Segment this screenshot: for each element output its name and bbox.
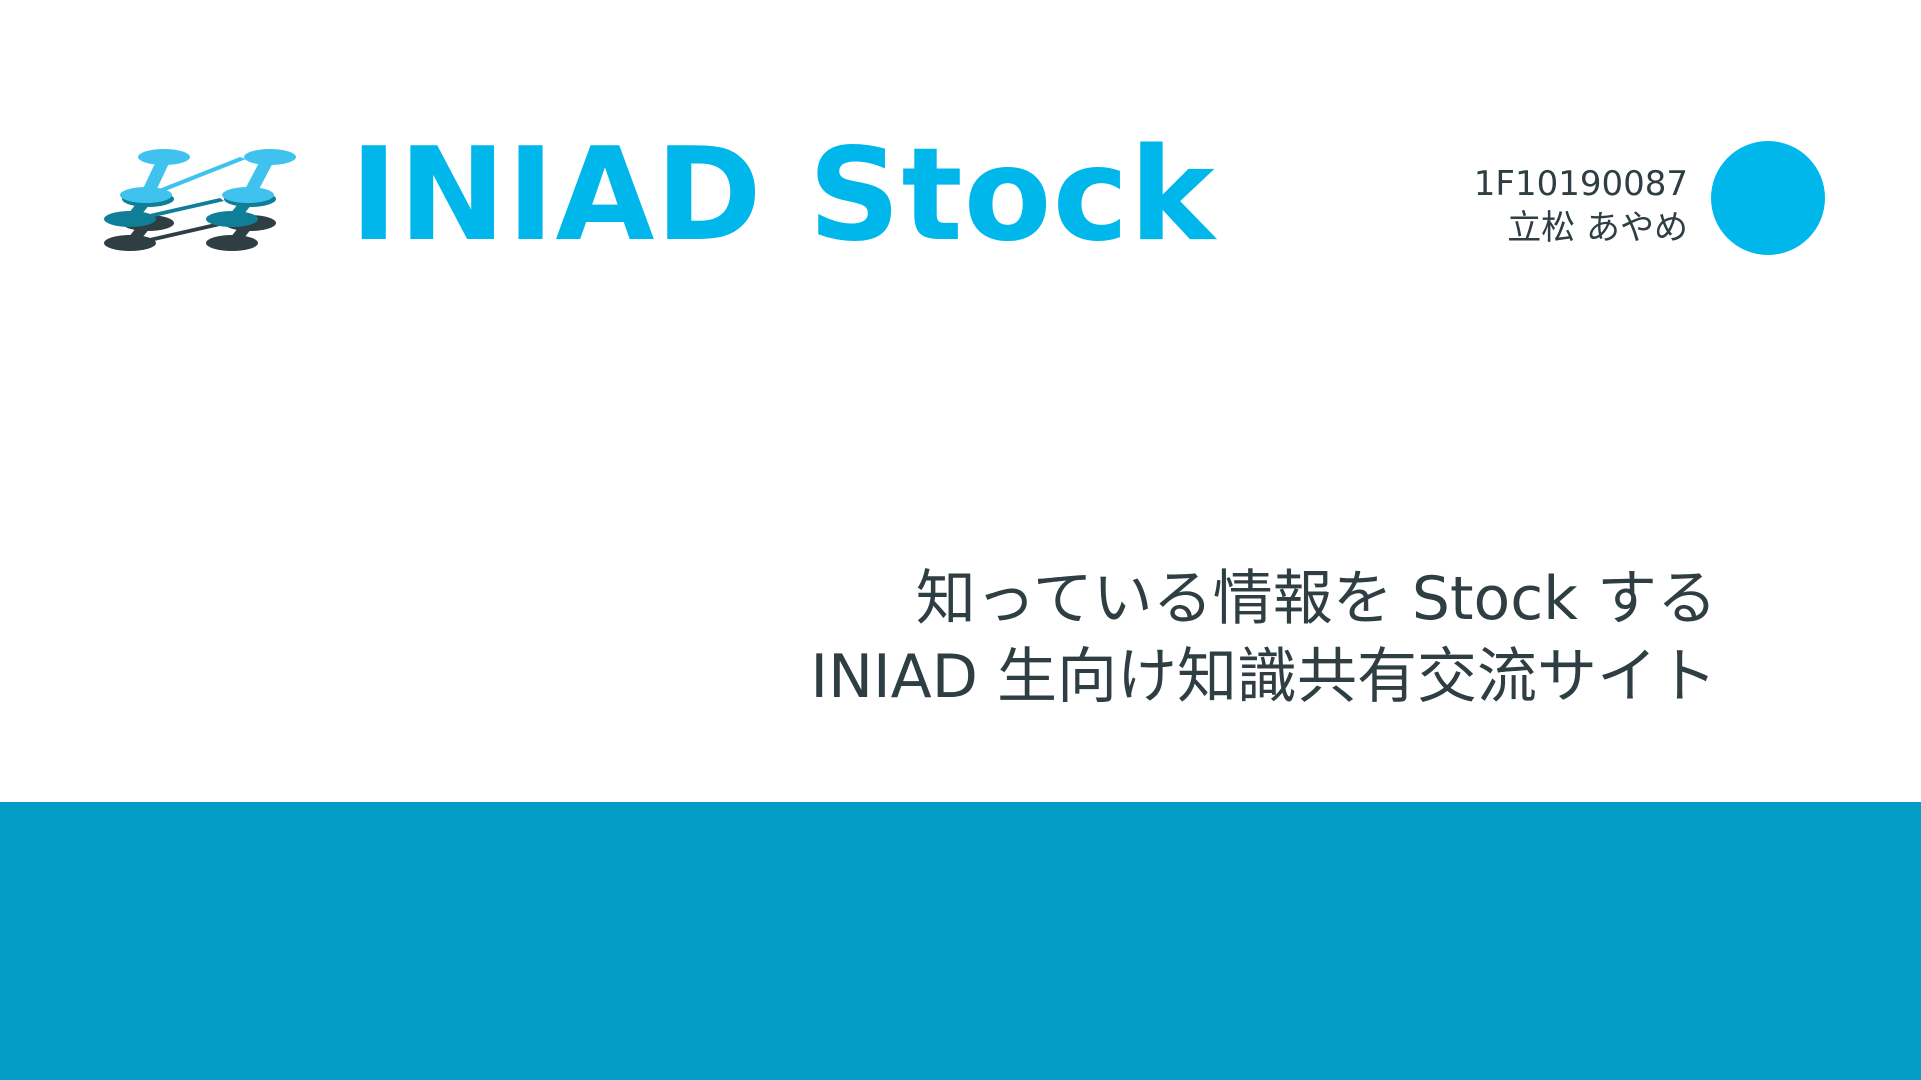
- author-info: 1F10190087 立松 あやめ: [1474, 162, 1688, 250]
- tagline-line-1: 知っている情報を Stock する: [915, 564, 1717, 634]
- avatar: [1711, 141, 1825, 255]
- footer-band: [0, 802, 1921, 1080]
- title-slide: INIAD Stock 1F10190087 立松 あやめ 知っている情報を S…: [0, 0, 1921, 1080]
- tagline: 知っている情報を Stock する INIAD 生向け知識共有交流サイト: [810, 560, 1717, 716]
- student-id: 1F10190087: [1473, 164, 1688, 204]
- brand-title: INIAD Stock: [350, 121, 1216, 270]
- logo-layer-light: [120, 149, 296, 203]
- stacked-layers-icon: [104, 149, 296, 251]
- author-name: 立松 あやめ: [1507, 208, 1688, 248]
- tagline-line-2: INIAD 生向け知識共有交流サイト: [810, 642, 1717, 712]
